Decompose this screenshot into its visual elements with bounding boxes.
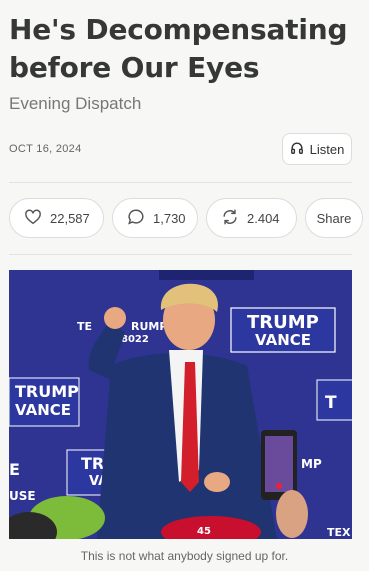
restack-icon (221, 208, 239, 229)
share-label: Share (316, 210, 352, 226)
backdrop-text-e: E (9, 460, 20, 479)
listen-label: Listen (309, 141, 345, 157)
backdrop-text-rump: RUMP (131, 320, 167, 333)
restack-button[interactable]: 2.404 (206, 198, 297, 238)
article-title: He's Decompensating before Our Eyes (9, 13, 348, 84)
restack-count: 2.404 (247, 210, 280, 226)
comment-icon (127, 208, 145, 229)
publish-date: OCT 16, 2024 (9, 143, 82, 155)
headphones-icon (290, 141, 304, 158)
action-bar: 22,587 1,730 2.404 Share (9, 198, 363, 238)
backdrop-text-te: TE (77, 320, 92, 333)
campaign-sign-right: TRUMP VANCE (230, 307, 336, 353)
article-photo[interactable]: TRUMP VANCE TE RUMP 8022 TRUMP VANCE T T… (9, 270, 352, 539)
campaign-sign-left: TRUMP VANCE (9, 377, 80, 427)
divider (9, 182, 352, 183)
backdrop-text-tex: TEX (327, 526, 351, 539)
backdrop-text-mp: MP (301, 457, 322, 471)
heart-icon (24, 208, 42, 229)
publication-name[interactable]: Evening Dispatch (9, 94, 141, 114)
listen-button[interactable]: Listen (282, 133, 352, 165)
like-button[interactable]: 22,587 (9, 198, 104, 238)
photo-caption: This is not what anybody signed up for. (80, 549, 289, 563)
sign-right-line2: VANCE (255, 331, 311, 349)
comment-button[interactable]: 1,730 (112, 198, 198, 238)
backdrop-text-use: USE (9, 489, 36, 503)
backdrop-text-8022: 8022 (121, 334, 149, 345)
comment-count: 1,730 (153, 210, 186, 226)
sign-right-line1: TRUMP (247, 312, 319, 333)
share-button[interactable]: Share (305, 198, 363, 238)
crowd-hat-number: 45 (197, 526, 211, 537)
like-count: 22,587 (50, 210, 90, 226)
divider (9, 254, 352, 255)
sign-left-line1: TRUMP (15, 382, 79, 401)
backdrop-text-t: T (325, 393, 337, 413)
sign-left-line2: VANCE (15, 401, 71, 419)
